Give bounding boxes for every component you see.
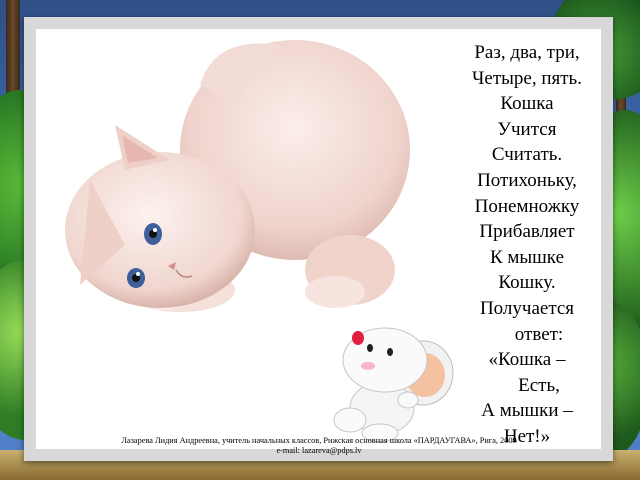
poem-line-10: Кошку. [498, 272, 556, 294]
poem-line-9: К мышке [489, 246, 565, 268]
poem-line-14: Есть, [518, 374, 560, 396]
poem-line-8: Прибавляет [479, 221, 575, 243]
kitten-illustration [65, 40, 410, 312]
poem-line-7: Понемножку [474, 195, 580, 217]
footer-author: Лазарева Лидия Андреевна, учитель началь… [121, 436, 517, 445]
poem-line-11: Получается [479, 297, 575, 319]
poem: Раз, два, три, Четыре, пять. Кошка Учитс… [432, 40, 622, 450]
poem-line-4: Учится [497, 118, 557, 140]
poem-line-1: Раз, два, три, [474, 42, 580, 63]
poem-line-13: «Кошка – [488, 349, 566, 371]
poem-line-6: Потихоньку, [477, 169, 577, 191]
poem-line-2: Четыре, пять. [472, 67, 582, 89]
poem-line-3: Кошка [500, 93, 554, 115]
footer-email: e-mail: lazareva@pdps.lv [276, 446, 362, 455]
slide-footer: Лазарева Лидия Андреевна, учитель началь… [36, 436, 602, 456]
poem-line-12: ответ: [514, 323, 564, 345]
poem-line-15: А мышки – [481, 400, 573, 422]
poem-line-5: Считать. [491, 144, 563, 166]
